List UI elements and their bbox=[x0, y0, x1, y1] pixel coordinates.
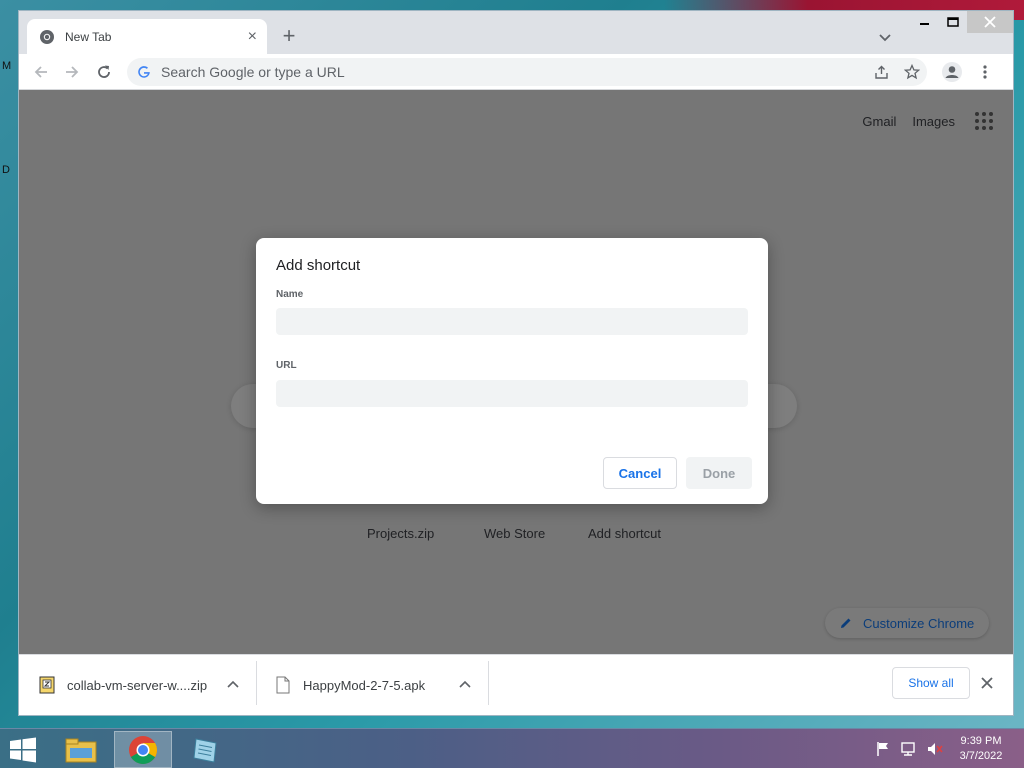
close-icon[interactable] bbox=[967, 11, 1013, 33]
tab-new-tab[interactable]: New Tab × bbox=[27, 19, 267, 54]
chrome-icon[interactable] bbox=[114, 731, 172, 768]
share-icon[interactable] bbox=[867, 58, 897, 86]
close-icon[interactable] bbox=[979, 675, 995, 691]
windows-start-icon[interactable] bbox=[8, 737, 38, 763]
shortcut-tiles: Projects.zip Web Store Add shortcut bbox=[19, 526, 1013, 546]
tab-title: New Tab bbox=[65, 29, 112, 44]
chevron-up-icon[interactable] bbox=[225, 677, 241, 693]
download-filename: HappyMod-2-7-5.apk bbox=[303, 677, 426, 693]
shortcut-add[interactable]: Add shortcut bbox=[588, 526, 661, 541]
close-icon[interactable]: × bbox=[248, 28, 257, 45]
network-icon[interactable] bbox=[898, 739, 920, 759]
show-all-button[interactable]: Show all bbox=[892, 667, 970, 699]
file-explorer-icon[interactable] bbox=[52, 731, 110, 768]
add-shortcut-dialog: Add shortcut Name URL Cancel Done bbox=[256, 238, 768, 504]
google-icon bbox=[138, 66, 150, 78]
plus-icon[interactable]: + bbox=[277, 25, 301, 49]
more-vert-icon[interactable] bbox=[973, 60, 997, 84]
reload-icon[interactable] bbox=[92, 60, 116, 84]
avatar-icon[interactable] bbox=[940, 60, 964, 84]
notepad-icon[interactable] bbox=[176, 731, 234, 768]
dialog-title: Add shortcut bbox=[276, 257, 361, 274]
arrow-right-icon[interactable] bbox=[60, 60, 84, 84]
download-item[interactable]: HappyMod-2-7-5.apk bbox=[275, 661, 495, 709]
name-field[interactable] bbox=[276, 308, 748, 335]
minimize-icon[interactable] bbox=[911, 11, 939, 33]
system-tray bbox=[872, 739, 950, 759]
download-shelf: collab-vm-server-w....zip HappyMod-2-7-5… bbox=[19, 654, 1013, 715]
clock-date: 3/7/2022 bbox=[959, 750, 1003, 762]
windows-taskbar: 9:39 PM 3/7/2022 bbox=[0, 728, 1024, 768]
desktop-icon-label-fragment: D bbox=[2, 164, 10, 176]
taskbar-clock[interactable]: 9:39 PM 3/7/2022 bbox=[950, 734, 1012, 764]
clock-time: 9:39 PM bbox=[960, 735, 1002, 747]
customize-chrome-button[interactable]: Customize Chrome bbox=[825, 608, 989, 638]
divider bbox=[256, 661, 257, 705]
zip-file-icon bbox=[39, 676, 55, 694]
desktop-icon-label-fragment: M bbox=[2, 60, 12, 72]
chrome-icon bbox=[40, 29, 54, 44]
gmail-link[interactable]: Gmail bbox=[862, 114, 896, 129]
done-button[interactable]: Done bbox=[686, 457, 752, 489]
chevron-up-icon[interactable] bbox=[457, 677, 473, 693]
url-label: URL bbox=[276, 360, 297, 371]
shortcut-projects[interactable]: Projects.zip bbox=[367, 526, 434, 541]
images-link[interactable]: Images bbox=[912, 114, 955, 129]
star-icon[interactable] bbox=[897, 58, 927, 86]
ntp-top-links: Gmail Images bbox=[846, 112, 993, 130]
window-controls bbox=[911, 11, 1013, 33]
tab-strip: New Tab × + bbox=[19, 11, 1013, 54]
browser-toolbar: Search Google or type a URL bbox=[19, 54, 1013, 90]
maximize-icon[interactable] bbox=[939, 11, 967, 33]
download-item[interactable]: collab-vm-server-w....zip bbox=[39, 661, 259, 709]
action-center-flag-icon[interactable] bbox=[872, 739, 894, 759]
pencil-icon bbox=[841, 618, 851, 628]
chevron-down-icon[interactable] bbox=[875, 27, 895, 47]
apps-grid-icon[interactable] bbox=[975, 112, 993, 130]
omnibox[interactable]: Search Google or type a URL bbox=[127, 58, 927, 86]
shortcut-web-store[interactable]: Web Store bbox=[484, 526, 545, 541]
omnibox-placeholder: Search Google or type a URL bbox=[161, 64, 345, 80]
omnibox-actions bbox=[867, 58, 927, 86]
download-filename: collab-vm-server-w....zip bbox=[67, 677, 208, 693]
name-label: Name bbox=[276, 289, 304, 300]
cancel-button[interactable]: Cancel bbox=[603, 457, 677, 489]
arrow-left-icon[interactable] bbox=[29, 60, 53, 84]
url-field[interactable] bbox=[276, 380, 748, 407]
customize-chrome-label: Customize Chrome bbox=[863, 615, 975, 631]
volume-muted-icon[interactable] bbox=[924, 739, 946, 759]
file-icon bbox=[276, 676, 290, 694]
divider bbox=[488, 661, 489, 705]
